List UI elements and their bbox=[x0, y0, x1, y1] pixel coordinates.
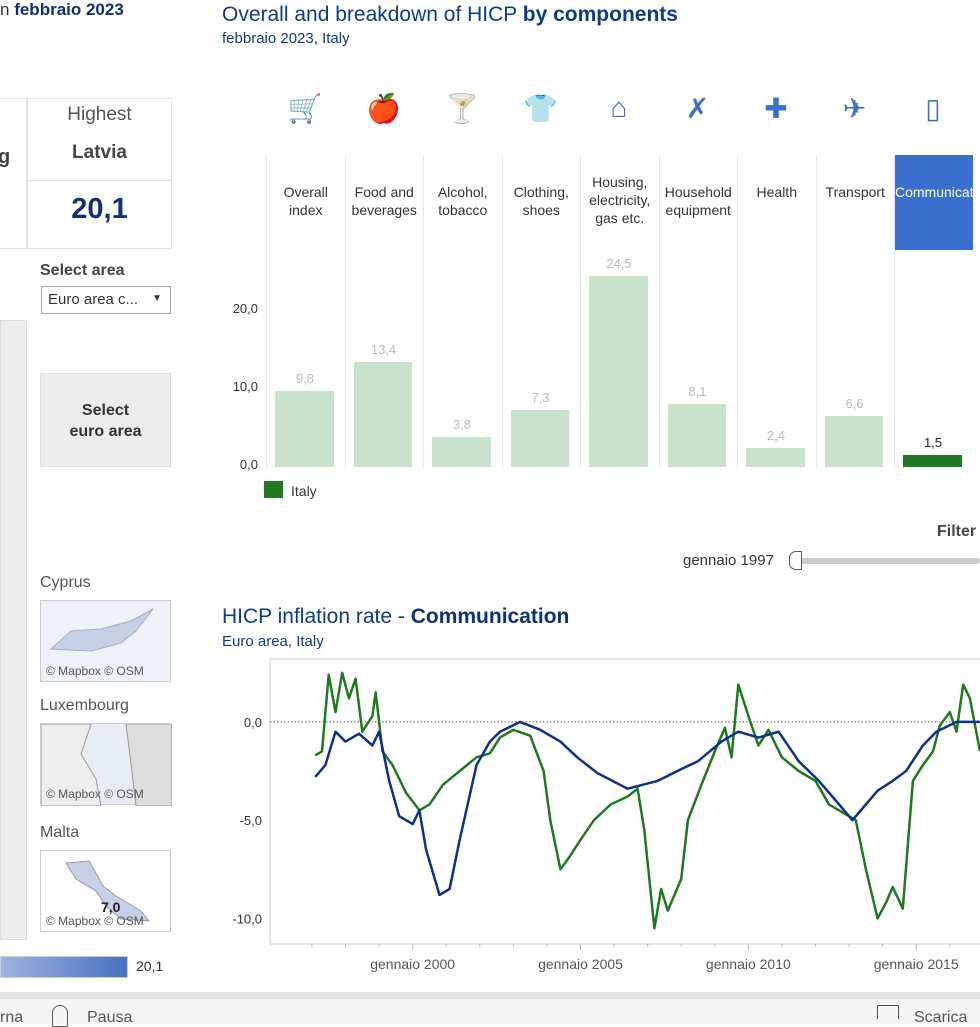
bar[interactable] bbox=[903, 455, 962, 467]
bar-value-label: 2,4 bbox=[766, 428, 786, 444]
bar-value-label: 7,3 bbox=[531, 390, 550, 406]
x-tick-label: gennaio 2005 bbox=[538, 956, 623, 972]
toolbar-left-button[interactable]: rna bbox=[0, 1009, 23, 1027]
bar[interactable] bbox=[432, 437, 491, 467]
category-column[interactable]: Health bbox=[737, 155, 816, 467]
bar-value-label: 8,1 bbox=[688, 383, 707, 399]
plane-icon[interactable]: ✈ bbox=[835, 92, 875, 128]
y-tick-label: 0,0 bbox=[244, 715, 262, 730]
apple-icon[interactable]: 🍎 bbox=[364, 92, 404, 128]
bar[interactable] bbox=[353, 362, 412, 467]
bar[interactable] bbox=[824, 415, 883, 467]
category-label: Health bbox=[756, 184, 797, 200]
shirt-icon[interactable]: 👕 bbox=[521, 92, 561, 128]
y-tick-label: 20,0 bbox=[232, 301, 258, 316]
category-label: Alcohol, tobacco bbox=[437, 184, 488, 218]
bar[interactable] bbox=[275, 390, 334, 467]
x-tick-label: gennaio 2000 bbox=[370, 956, 455, 972]
y-tick-label: 0,0 bbox=[239, 457, 258, 472]
bar[interactable] bbox=[746, 448, 805, 467]
y-tick-label: -10,0 bbox=[232, 911, 262, 926]
y-tick-label: 10,0 bbox=[232, 379, 258, 394]
cross-icon[interactable]: ✚ bbox=[756, 92, 796, 128]
bar-value-label: 24,5 bbox=[606, 255, 632, 271]
cocktail-icon[interactable]: 🍸 bbox=[442, 92, 482, 128]
download-icon[interactable] bbox=[877, 1005, 899, 1019]
bar[interactable] bbox=[667, 403, 726, 467]
category-label: Food and beverages bbox=[351, 184, 417, 218]
x-tick-label: gennaio 2015 bbox=[874, 956, 959, 972]
category-label: Clothing, shoes bbox=[513, 184, 569, 218]
bar[interactable] bbox=[510, 410, 569, 467]
category-label: Household equipment bbox=[664, 184, 732, 218]
bar-value-label: 1,5 bbox=[923, 435, 943, 451]
bottom-toolbar: rna Pausa Scarica bbox=[0, 998, 980, 1027]
bar-value-label: 13,4 bbox=[370, 342, 397, 358]
bar[interactable] bbox=[589, 275, 648, 467]
bar-value-label: 3,8 bbox=[452, 417, 472, 433]
category-label: Communication bbox=[895, 155, 980, 250]
download-button[interactable]: Scarica bbox=[914, 1009, 967, 1027]
category-label: Transport bbox=[825, 184, 885, 200]
line-chart: 0,0 -5,0 -10,0 gennaio 2000 gennaio 2005 genn… bbox=[232, 658, 980, 972]
phone-icon[interactable]: ▯ bbox=[913, 92, 953, 128]
pause-button[interactable]: Pausa bbox=[87, 1009, 132, 1027]
category-label: Housing, electricity, gas etc. bbox=[589, 174, 651, 226]
house-icon[interactable]: ⌂ bbox=[599, 92, 639, 128]
tools-icon[interactable]: ✗ bbox=[678, 92, 718, 128]
bar-value-label: 9,8 bbox=[295, 370, 315, 386]
x-tick-label: gennaio 2010 bbox=[706, 956, 791, 972]
y-tick-label: -5,0 bbox=[240, 813, 262, 828]
cart-icon[interactable]: 🛒 bbox=[285, 92, 325, 128]
bar-value-label: 6,6 bbox=[845, 395, 864, 411]
category-label: Overall index bbox=[283, 184, 328, 218]
category-column[interactable]: Communication bbox=[894, 155, 980, 467]
